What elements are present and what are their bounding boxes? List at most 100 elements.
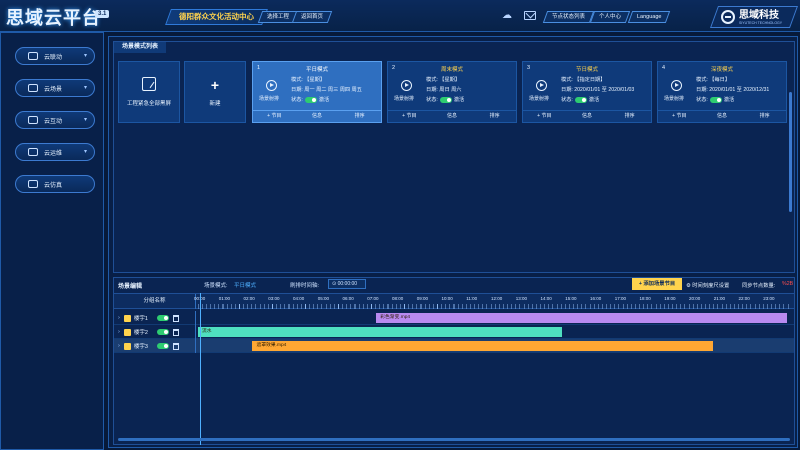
timeline-tick-label: 14:00 xyxy=(540,296,552,301)
chevron-right-icon[interactable]: › xyxy=(118,343,120,349)
scene-card[interactable]: 4 深夜模式 场景射排 模式: 【每日】 日期: 2020/01/01 至 20… xyxy=(657,61,787,123)
timeline-tick-label: 20:00 xyxy=(689,296,701,301)
ops-icon xyxy=(28,148,38,156)
company-logo: 思域科技 SIYUTECH TECHNOLOGY xyxy=(709,6,799,28)
chevron-right-icon[interactable]: › xyxy=(118,315,120,321)
language-button[interactable]: Language xyxy=(627,11,671,23)
chevron-right-icon[interactable]: › xyxy=(118,329,120,335)
vertical-scrollbar[interactable] xyxy=(789,92,792,212)
info-button[interactable]: 信息 xyxy=(431,111,474,122)
playhead[interactable] xyxy=(200,293,201,445)
status-toggle[interactable] xyxy=(304,96,317,103)
sidebar-item-simulation[interactable]: 云仿真 xyxy=(15,175,95,193)
row-toggle[interactable] xyxy=(156,329,169,335)
timeline-tick-label: 01:00 xyxy=(218,296,231,301)
folder-icon xyxy=(123,314,131,322)
timeline-tick-label: 09:00 xyxy=(416,296,429,301)
timeline-clip[interactable]: 遮罩效果.mp4 xyxy=(252,341,713,351)
trash-icon[interactable] xyxy=(172,314,179,322)
status-toggle[interactable] xyxy=(574,96,587,103)
sidebar-item-linkage[interactable]: 云联动 ▾ xyxy=(15,47,95,65)
back-home-button[interactable]: 返回首页 xyxy=(291,11,333,23)
chevron-down-icon: ▾ xyxy=(83,149,87,155)
info-button[interactable]: 信息 xyxy=(566,111,609,122)
table-row[interactable]: › 楼宇3 遮罩效果.mp4 xyxy=(114,339,794,353)
sidebar: 云联动 ▾ 云场景 ▾ 云互动 ▾ 云运维 ▾ 云仿真 xyxy=(0,32,104,450)
sync-node-label: 同步节点数量: xyxy=(742,283,776,289)
sidebar-item-ops[interactable]: 云运维 ▾ xyxy=(15,143,95,161)
add-program-button[interactable]: + 节目 xyxy=(658,111,701,122)
status-toggle[interactable] xyxy=(709,96,722,103)
scene-mode-label: 场景模式: xyxy=(204,283,228,289)
scene-mode-panel: 场景模式列表 工程紧急全部黑屏 + 新建 1 平日模式 场景射排 模式: 【星期… xyxy=(113,41,795,273)
top-header: 思域云平台 3.1 德阳群众文化活动中心 选择工程 返回首页 ☁ 节点状态列表 … xyxy=(0,0,800,32)
node-status-button[interactable]: 节点状态列表 xyxy=(542,11,595,23)
timeline-clip[interactable]: 彩色渐变.mp4 xyxy=(376,313,788,323)
timeline-tick-label: 13:00 xyxy=(515,296,528,301)
simulation-icon xyxy=(28,180,38,188)
scene-icon xyxy=(28,84,38,92)
timeline-tick-label: 05:00 xyxy=(317,296,330,301)
refresh-label: 刷排时间轴: xyxy=(290,283,320,289)
timeline-tick-label: 11:00 xyxy=(466,296,478,301)
timeline-tick-label: 12:00 xyxy=(491,296,503,301)
trash-icon[interactable] xyxy=(172,328,179,336)
horizontal-scrollbar[interactable] xyxy=(118,438,790,441)
editor-title: 场景编辑 xyxy=(118,284,143,290)
timeline-ruler[interactable] xyxy=(198,304,792,309)
sidebar-item-scene[interactable]: 云场景 ▾ xyxy=(15,79,95,97)
sort-button[interactable]: 排序 xyxy=(743,111,786,122)
sort-button[interactable]: 排序 xyxy=(473,111,516,122)
timeline-header: 分组名称 00:0001:0002:0003:0004:0005:0006:00… xyxy=(114,293,794,309)
scene-card[interactable]: 1 平日模式 场景射排 模式: 【星期】 日期: 周一 周二 周三 周四 周五 … xyxy=(252,61,382,123)
folder-icon xyxy=(123,342,131,350)
timeline-tick-label: 08:00 xyxy=(392,296,404,301)
timeline-clip[interactable]: 流水 xyxy=(198,327,562,337)
row-toggle[interactable] xyxy=(156,343,169,349)
row-toggle[interactable] xyxy=(156,315,169,321)
add-program-button[interactable]: + 节目 xyxy=(523,111,566,122)
timeline-tick-label: 19:00 xyxy=(664,296,676,301)
version-badge: 3.1 xyxy=(95,10,110,18)
timeline-tick-label: 18:00 xyxy=(639,296,651,301)
scene-card[interactable]: 2 周末模式 场景射排 模式: 【星期】 日期: 周日 周六 状态: 激活 + 节… xyxy=(387,61,517,123)
group-name-header: 分组名称 xyxy=(114,294,196,309)
sidebar-item-interact[interactable]: 云互动 ▾ xyxy=(15,111,95,129)
timeline-tick-label: 21:00 xyxy=(713,296,726,301)
timeline-tick-label: 15:00 xyxy=(565,296,577,301)
sort-button[interactable]: 排序 xyxy=(338,111,381,122)
add-program-button[interactable]: + 节目 xyxy=(388,111,431,122)
play-icon[interactable] xyxy=(536,80,547,91)
mail-icon[interactable] xyxy=(524,11,536,20)
venue-name: 德阳群众文化活动中心 xyxy=(165,9,268,25)
cloud-icon[interactable]: ☁ xyxy=(502,10,514,21)
chevron-down-icon: ▾ xyxy=(83,53,87,59)
table-row[interactable]: › 楼宇1 彩色渐变.mp4 xyxy=(114,311,794,325)
timeline-tick-label: 16:00 xyxy=(590,296,602,301)
timeline-tick-label: 07:00 xyxy=(367,296,379,301)
table-row[interactable]: › 楼宇2 流水 xyxy=(114,325,794,339)
trash-icon[interactable] xyxy=(172,342,179,350)
info-button[interactable]: 信息 xyxy=(296,111,339,122)
add-scene-program-button[interactable]: + 添加场景节目 xyxy=(632,278,682,290)
scene-card[interactable]: 3 节日模式 场景射排 模式: 【指定日期】 日期: 2020/01/01 至 … xyxy=(522,61,652,123)
personal-center-button[interactable]: 个人中心 xyxy=(589,11,631,23)
logo-mark-icon xyxy=(721,10,735,24)
folder-icon xyxy=(123,328,131,336)
interact-icon xyxy=(28,116,38,124)
play-icon[interactable] xyxy=(671,80,682,91)
timeline-tick-label: 03:00 xyxy=(268,296,280,301)
emergency-blackout-button[interactable]: 工程紧急全部黑屏 xyxy=(118,61,180,123)
timeline-tick-label: 17:00 xyxy=(614,296,627,301)
info-button[interactable]: 信息 xyxy=(701,111,744,122)
timeline-scale-settings-button[interactable]: ⚙ 时间刻度尺设置 xyxy=(686,281,729,289)
panel-title: 场景模式列表 xyxy=(114,42,167,53)
new-scene-button[interactable]: + 新建 xyxy=(184,61,246,123)
sort-button[interactable]: 排序 xyxy=(608,111,651,122)
status-toggle[interactable] xyxy=(439,96,452,103)
play-icon[interactable] xyxy=(401,80,412,91)
add-program-button[interactable]: + 节目 xyxy=(253,111,296,122)
brand-title: 思域云平台 xyxy=(6,8,101,28)
time-input[interactable]: ⊙ 00:00:00 xyxy=(328,279,366,289)
play-icon[interactable] xyxy=(266,80,277,91)
